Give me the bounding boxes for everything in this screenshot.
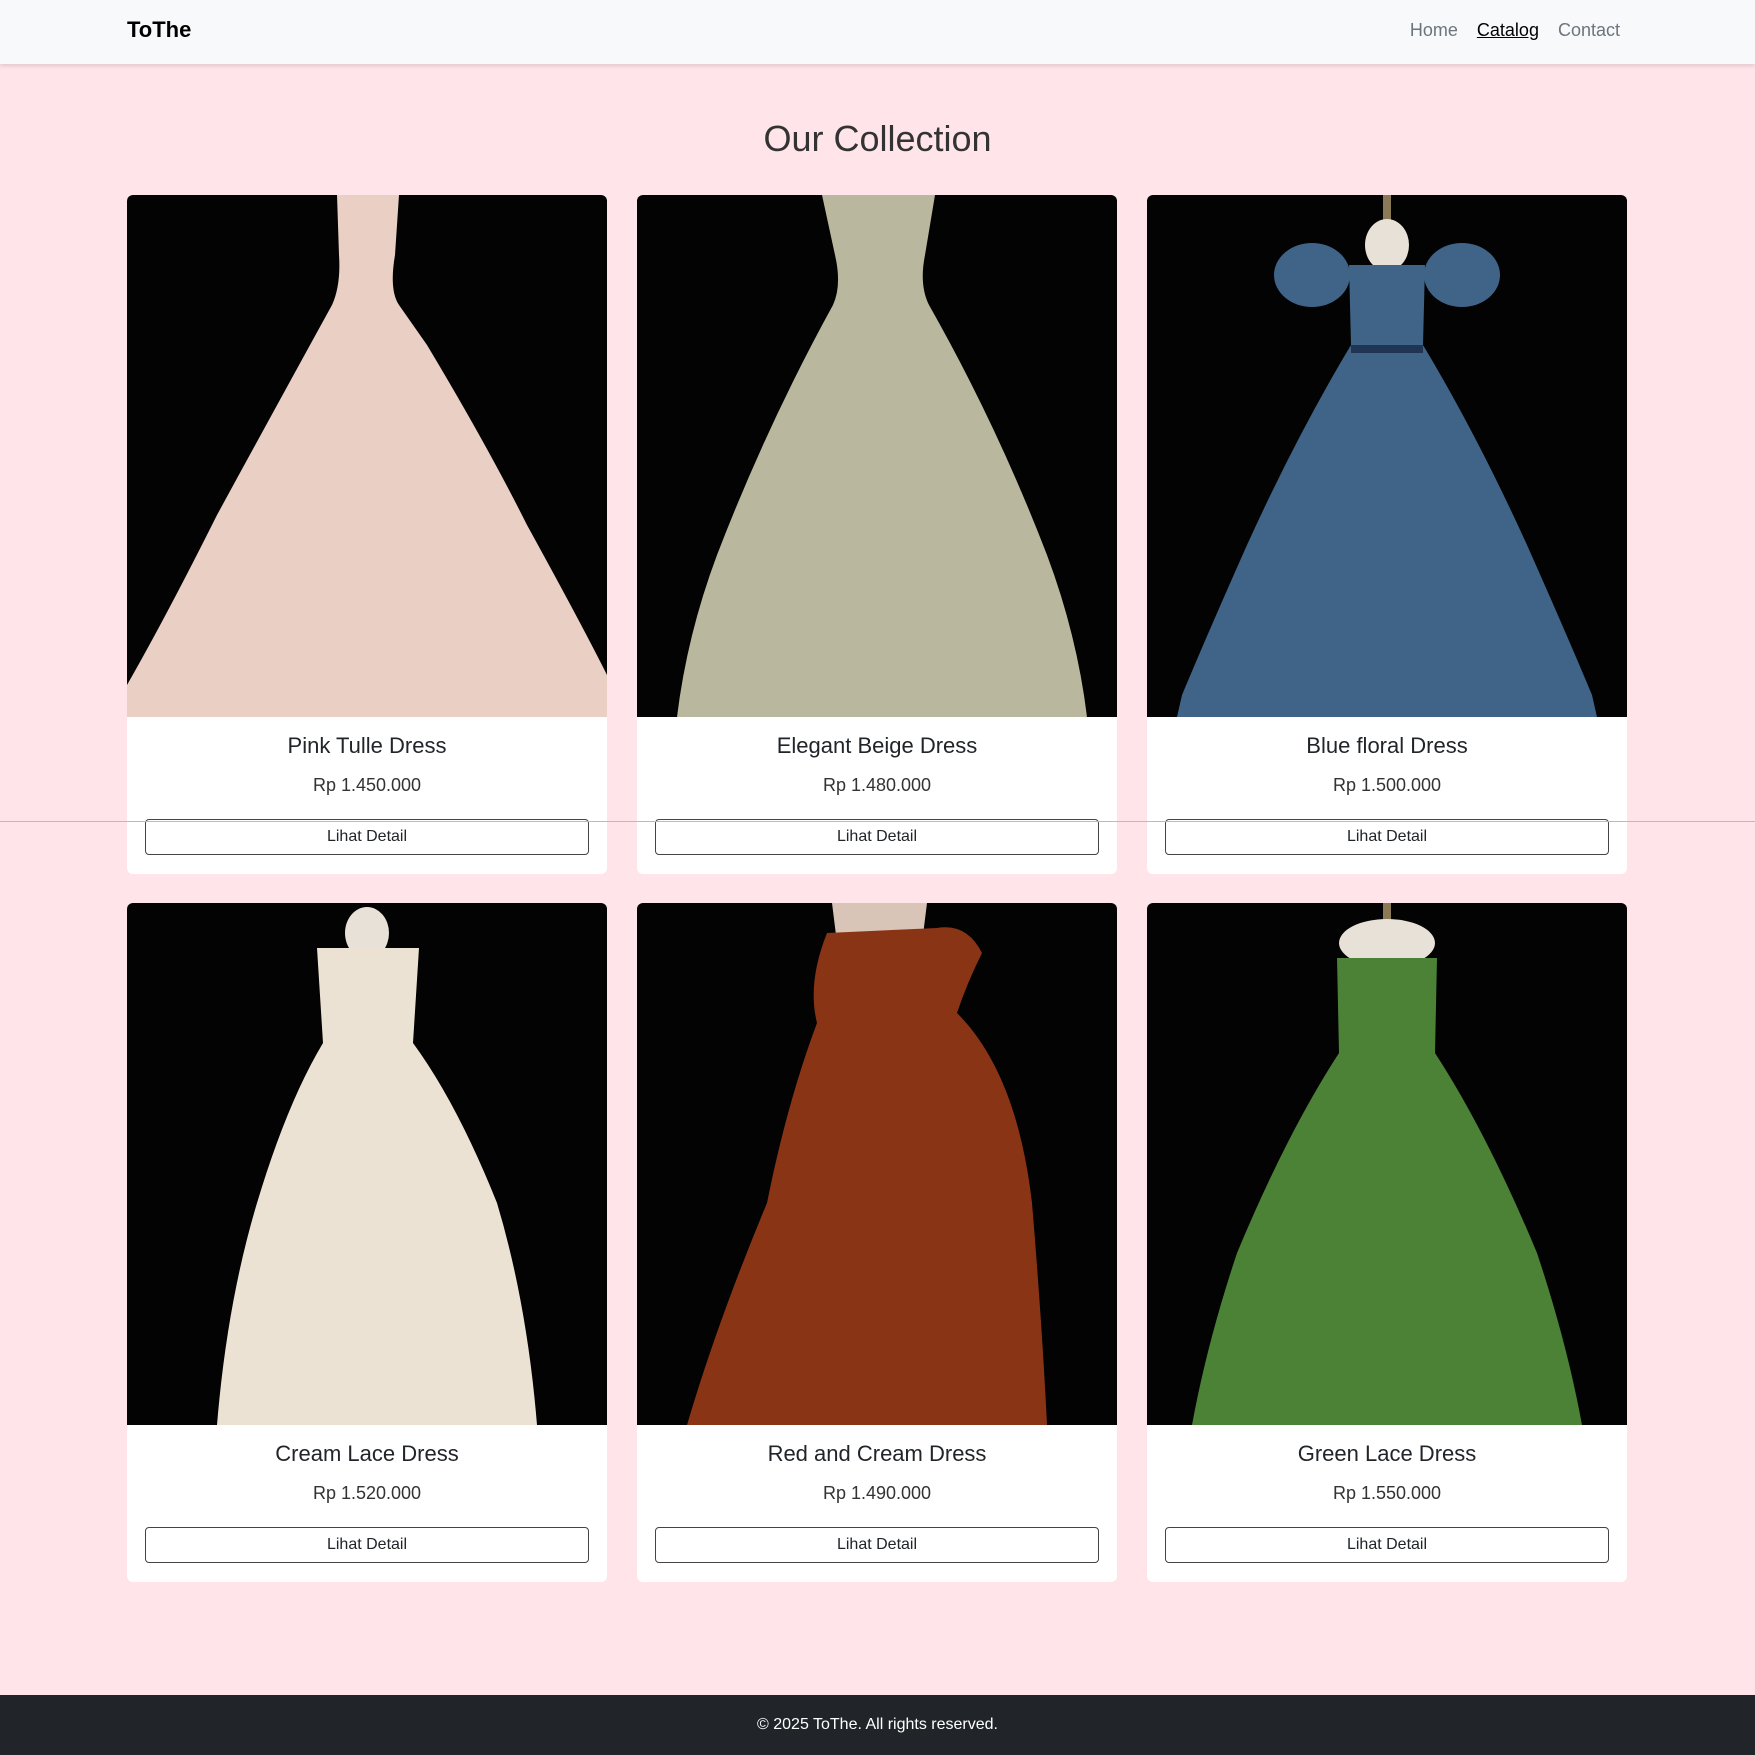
dress-silhouette (687, 927, 1047, 1425)
product-name: Cream Lace Dress (275, 1441, 459, 1466)
detail-button[interactable]: Lihat Detail (145, 819, 589, 855)
product-price: Rp 1.520.000 (312, 1483, 422, 1503)
product-card: Cream Lace Dress Rp 1.520.000 Lihat Deta… (127, 903, 607, 1582)
footer: © 2025 ToThe. All rights reserved. (0, 1695, 1755, 1755)
dress-silhouette (1192, 958, 1582, 1425)
dress-image[interactable] (1147, 195, 1627, 717)
product-name: Pink Tulle Dress (287, 733, 447, 758)
dress-image[interactable] (1147, 903, 1627, 1425)
dress-image[interactable] (127, 195, 607, 717)
product-price: Rp 1.550.000 (1332, 1483, 1442, 1503)
divider-line (0, 821, 1755, 822)
product-card: Green Lace Dress Rp 1.550.000 Lihat Deta… (1147, 903, 1627, 1582)
dress-silhouette (217, 948, 537, 1425)
dress-silhouette (127, 195, 607, 717)
product-name: Blue floral Dress (1306, 733, 1468, 758)
detail-button[interactable]: Lihat Detail (1165, 819, 1609, 855)
dress-silhouette (677, 195, 1087, 717)
detail-button[interactable]: Lihat Detail (145, 1527, 589, 1563)
product-price: Rp 1.450.000 (312, 775, 422, 795)
detail-button[interactable]: Lihat Detail (655, 819, 1099, 855)
left-sleeve (1274, 243, 1350, 307)
product-name: Elegant Beige Dress (776, 733, 978, 758)
nav-catalog-link[interactable]: Catalog (1477, 20, 1539, 41)
nav-home-link[interactable]: Home (1410, 20, 1458, 41)
product-card: Blue floral Dress Rp 1.500.000 Lihat Det… (1147, 195, 1627, 874)
right-sleeve (1424, 243, 1500, 307)
detail-button[interactable]: Lihat Detail (655, 1527, 1099, 1563)
footer-copyright: © 2025 ToThe. All rights reserved. (757, 1716, 998, 1733)
waist-belt (1351, 345, 1423, 353)
nav-links: Home Catalog Contact (1410, 20, 1620, 41)
product-price: Rp 1.500.000 (1332, 775, 1442, 795)
dress-image[interactable] (127, 903, 607, 1425)
dress-image[interactable] (637, 903, 1117, 1425)
dress-silhouette (1177, 265, 1597, 717)
mannequin-neck (1365, 219, 1409, 271)
product-card: Red and Cream Dress Rp 1.490.000 Lihat D… (637, 903, 1117, 1582)
dress-image[interactable] (637, 195, 1117, 717)
product-price: Rp 1.480.000 (822, 775, 932, 795)
product-name: Red and Cream Dress (767, 1441, 987, 1466)
product-price: Rp 1.490.000 (822, 1483, 932, 1503)
nav-contact-link[interactable]: Contact (1558, 20, 1620, 41)
navbar: ToThe Home Catalog Contact (0, 0, 1755, 64)
page-title: Our Collection (763, 118, 992, 159)
product-card: Pink Tulle Dress Rp 1.450.000 Lihat Deta… (127, 195, 607, 874)
detail-button[interactable]: Lihat Detail (1165, 1527, 1609, 1563)
brand-logo[interactable]: ToThe (127, 17, 191, 43)
product-card: Elegant Beige Dress Rp 1.480.000 Lihat D… (637, 195, 1117, 874)
product-name: Green Lace Dress (1297, 1441, 1477, 1466)
